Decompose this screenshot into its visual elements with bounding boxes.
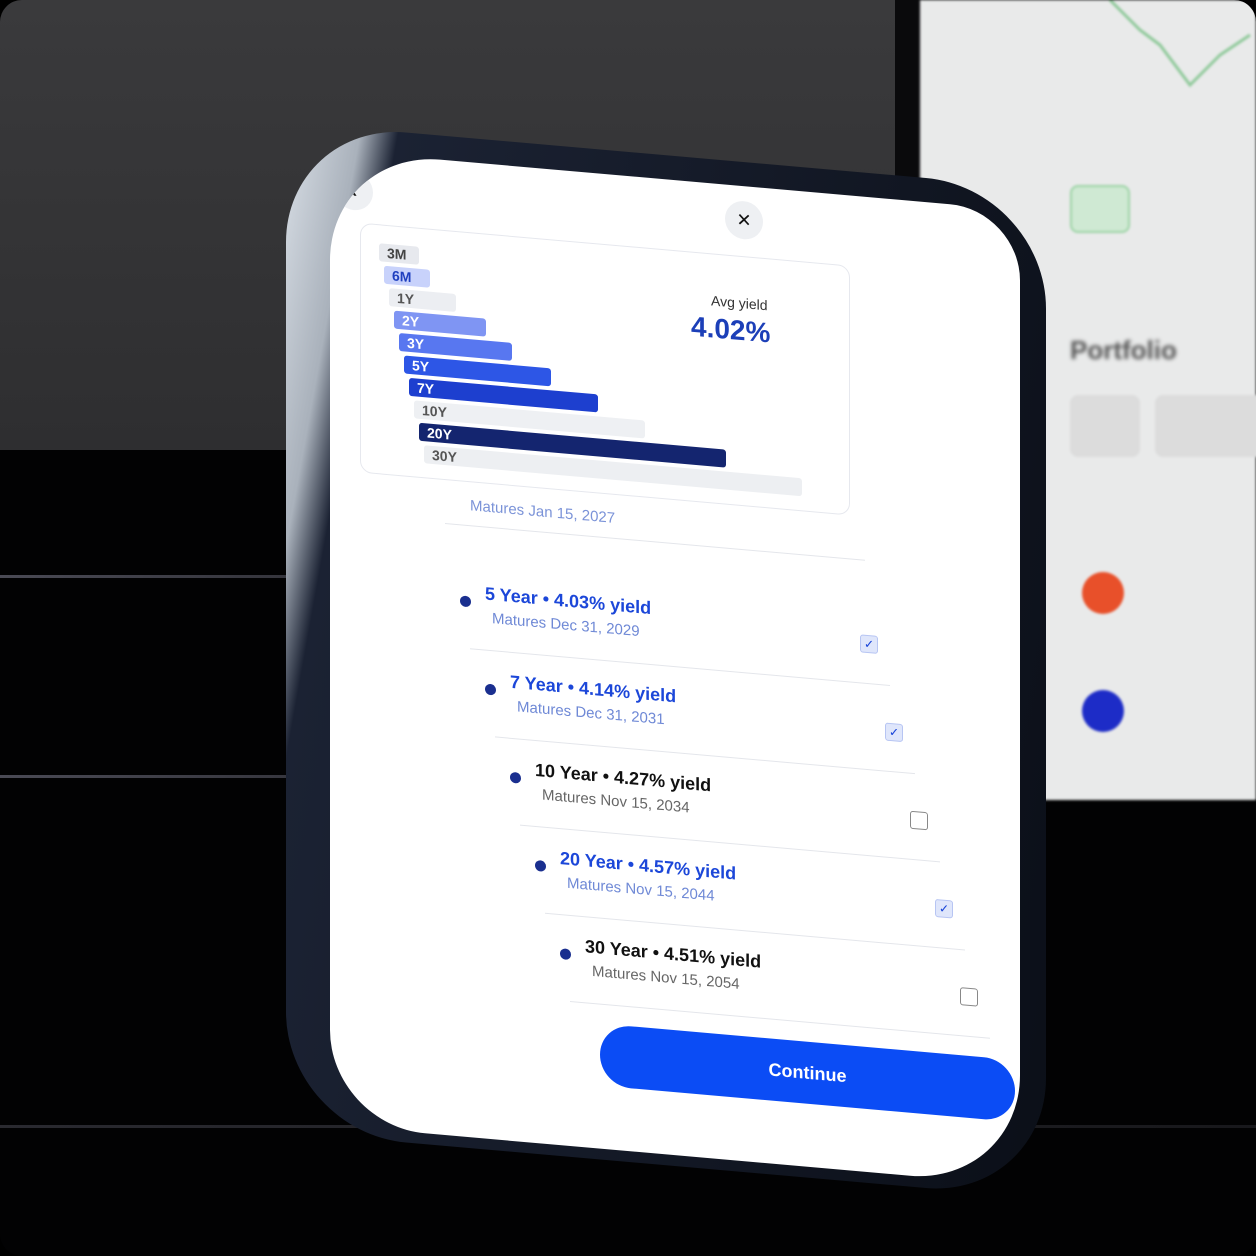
select-checkbox[interactable] — [910, 810, 928, 831]
scene: Portfolio ‹ ✕ Avg yield 4.02% 3M 6M 1Y 2Y 3Y… — [0, 0, 1256, 1256]
divider — [445, 523, 865, 561]
maturity-text: Matures Jan 15, 2027 — [470, 497, 616, 527]
bullet-dot — [560, 948, 571, 961]
close-icon: ✕ — [736, 209, 752, 231]
select-checkbox[interactable]: ✓ — [860, 634, 878, 654]
chevron-left-icon: ‹ — [350, 179, 358, 202]
background-asset-icon — [1082, 690, 1124, 732]
avg-yield-label: Avg yield — [711, 292, 768, 314]
select-checkbox[interactable] — [960, 987, 978, 1007]
background-range-pill — [1070, 185, 1130, 233]
background-filter-pill — [1070, 395, 1140, 457]
background-filter-pill — [1155, 395, 1256, 457]
yield-bars: 3M 6M 1Y 2Y 3Y 5Y 7Y 10Y 20Y 30Y — [361, 224, 849, 497]
select-checkbox[interactable]: ✓ — [885, 722, 903, 743]
yield-chart-card: Avg yield 4.02% 3M 6M 1Y 2Y 3Y 5Y 7Y 10Y 20Y 30Y — [360, 222, 850, 516]
yield-bar-2y[interactable]: 2Y — [394, 310, 487, 337]
bullet-dot — [535, 859, 546, 872]
bullet-dot — [510, 771, 521, 784]
bullet-dot — [485, 683, 496, 696]
background-chart-line — [1108, 0, 1251, 88]
background-asset-icon — [1082, 572, 1124, 614]
yield-bar-6m[interactable]: 6M — [384, 265, 431, 288]
yield-bar-3m[interactable]: 3M — [379, 243, 419, 265]
checkmark-icon: ✓ — [863, 636, 875, 652]
phone-screen: ‹ ✕ Avg yield 4.02% 3M 6M 1Y 2Y 3Y 5Y 7Y 10Y 20Y… — [330, 150, 1020, 1186]
yield-bar-1y[interactable]: 1Y — [389, 288, 457, 313]
checkmark-icon: ✓ — [938, 901, 950, 917]
checkmark-icon: ✓ — [888, 724, 900, 740]
bullet-dot — [460, 595, 471, 608]
close-button[interactable]: ✕ — [725, 199, 763, 241]
avg-yield-value: 4.02% — [691, 310, 771, 349]
select-checkbox[interactable]: ✓ — [935, 898, 953, 919]
background-portfolio-label: Portfolio — [1070, 335, 1177, 365]
